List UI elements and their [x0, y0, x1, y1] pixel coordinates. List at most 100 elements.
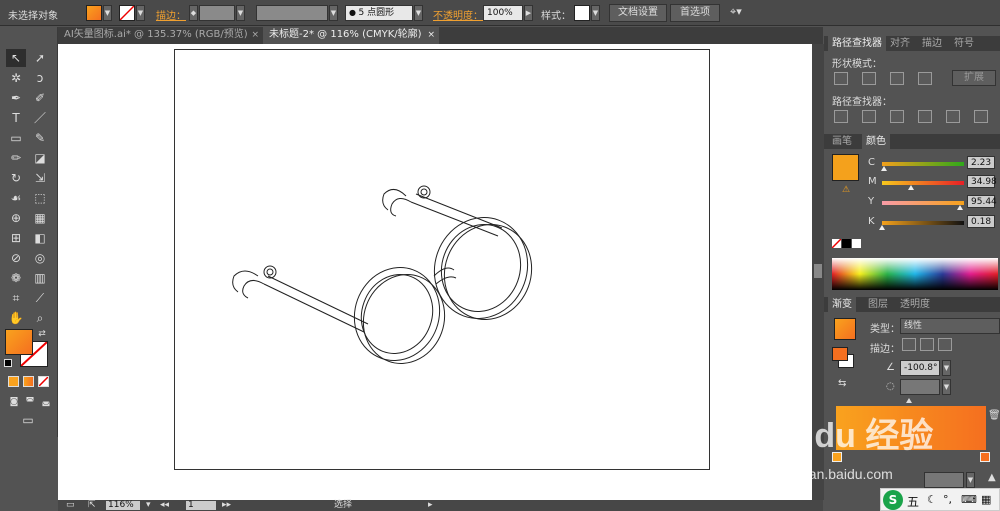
tab-pathfinder[interactable]: 路径查找器 [828, 36, 886, 51]
stroke-within-icon[interactable] [902, 338, 916, 351]
direct-selection-tool-icon[interactable]: ➚ [30, 49, 50, 67]
magic-wand-tool-icon[interactable]: ✲ [6, 69, 26, 87]
lasso-tool-icon[interactable]: ↄ [30, 69, 50, 87]
black-value[interactable]: 0.18 [967, 215, 995, 228]
gradient-angle-input[interactable]: -100.8° [900, 360, 940, 376]
minus-front-icon[interactable] [862, 72, 876, 85]
fill-color-box[interactable] [5, 329, 33, 355]
color-mode-icon[interactable] [8, 376, 19, 387]
blend-tool-icon[interactable]: ◎ [30, 249, 50, 267]
merge-icon[interactable] [890, 110, 904, 123]
moon-icon[interactable]: ☾ [927, 493, 937, 506]
eraser-tool-icon[interactable]: ◪ [30, 149, 50, 167]
cyan-slider-thumb[interactable] [880, 166, 887, 171]
zoom-dropdown-icon[interactable]: ▾ [146, 500, 151, 511]
tab-brushes[interactable]: 画笔 [828, 134, 856, 149]
stroke-label[interactable]: 描边： [156, 7, 186, 22]
swap-colors-icon[interactable]: ⇄ [36, 325, 48, 343]
divide-icon[interactable] [834, 110, 848, 123]
magenta-value[interactable]: 34.98 [967, 175, 997, 188]
page-field[interactable]: 1 [186, 501, 216, 510]
stroke-weight-dropdown[interactable]: ▼ [236, 5, 245, 21]
gradient-stop-right[interactable] [980, 452, 990, 462]
perspective-grid-tool-icon[interactable]: ▦ [30, 209, 50, 227]
tab-transparency[interactable]: 透明度 [896, 297, 934, 312]
keyboard-icon[interactable]: ⌨ [961, 493, 977, 506]
intersect-icon[interactable] [890, 72, 904, 85]
none-mode-icon[interactable] [38, 376, 49, 387]
selection-tool-icon[interactable]: ↖ [6, 49, 26, 67]
yellow-slider[interactable] [882, 201, 964, 205]
tab-align[interactable]: 对齐 [886, 36, 914, 51]
gradient-midpoint-marker[interactable] [906, 398, 912, 403]
variable-width-field[interactable] [256, 5, 328, 21]
default-colors-icon[interactable] [4, 359, 12, 367]
ime-menu-icon[interactable]: ▦ [981, 493, 991, 506]
out-of-gamut-warning-icon[interactable]: ⚠ [842, 185, 850, 195]
style-swatch[interactable] [574, 5, 590, 21]
pen-tool-icon[interactable]: ✒ [6, 89, 26, 107]
yellow-slider-thumb[interactable] [956, 205, 963, 210]
crop-icon[interactable] [918, 110, 932, 123]
preferences-button[interactable]: 首选项 [670, 4, 720, 22]
delete-stop-icon[interactable]: 🗑 [988, 410, 1000, 421]
artboard-nav-icon[interactable]: ▭ [66, 500, 75, 511]
artboard-tool-icon[interactable]: ⌗ [6, 289, 26, 307]
brush-dropdown[interactable]: ▼ [414, 5, 423, 21]
none-color-icon[interactable] [831, 238, 842, 249]
opacity-input[interactable]: 100% [483, 5, 523, 21]
stroke-weight-stepper[interactable]: ◆ [189, 5, 198, 21]
export-icon[interactable]: ⇱ [88, 500, 96, 511]
cyan-slider[interactable] [882, 162, 964, 166]
black-color-chip[interactable] [842, 239, 851, 248]
sogou-logo-icon[interactable]: S [883, 490, 903, 510]
variable-width-dropdown[interactable]: ▼ [329, 5, 338, 21]
gradient-opacity-input[interactable] [924, 472, 964, 488]
gradient-preview-swatch[interactable] [834, 318, 856, 340]
rotate-tool-icon[interactable]: ↻ [6, 169, 26, 187]
punctuation-icon[interactable]: °, [943, 493, 952, 506]
color-spectrum-picker[interactable] [832, 258, 998, 290]
canvas-area[interactable] [58, 44, 823, 500]
screen-mode-icon[interactable]: ▭ [18, 411, 38, 429]
hand-tool-icon[interactable]: ✋ [6, 309, 26, 327]
angle-dropdown[interactable]: ▼ [942, 360, 951, 376]
current-fill-color[interactable] [832, 154, 859, 181]
mesh-tool-icon[interactable]: ⊞ [6, 229, 26, 247]
opacity-label[interactable]: 不透明度： [433, 7, 483, 22]
curvature-tool-icon[interactable]: ✐ [30, 89, 50, 107]
free-transform-tool-icon[interactable]: ⬚ [30, 189, 50, 207]
aspect-ratio-input[interactable] [900, 379, 940, 395]
stroke-weight-field[interactable] [199, 5, 235, 21]
pencil-tool-icon[interactable]: ✏ [6, 149, 26, 167]
stroke-swatch[interactable] [119, 5, 135, 21]
brush-field[interactable]: ● 5 点圆形 [345, 5, 413, 21]
tab-stroke[interactable]: 描边 [918, 36, 946, 51]
stroke-dropdown[interactable]: ▼ [136, 5, 145, 21]
draw-inside-icon[interactable]: ◛ [36, 393, 56, 411]
opacity-dropdown[interactable]: ▶ [524, 5, 533, 21]
tab-symbols[interactable]: 符号 [950, 36, 978, 51]
status-menu-icon[interactable]: ▸ [428, 500, 433, 511]
ime-mode-label[interactable]: 五 [907, 493, 919, 510]
tab-color[interactable]: 颜色 [862, 134, 890, 149]
aspect-ratio-dropdown[interactable]: ▼ [942, 379, 951, 395]
unite-icon[interactable] [834, 72, 848, 85]
close-icon[interactable]: × [427, 27, 435, 43]
slice-tool-icon[interactable]: ⟋ [30, 289, 50, 307]
expand-button[interactable]: 扩展 [952, 70, 996, 86]
shape-builder-tool-icon[interactable]: ⊕ [6, 209, 26, 227]
warp-tool-icon[interactable]: ☙ [6, 189, 26, 207]
zoom-field[interactable]: 116% [106, 501, 140, 510]
rectangle-tool-icon[interactable]: ▭ [6, 129, 26, 147]
tab-ai-icon-doc[interactable]: AI矢量图标.ai* @ 135.37% (RGB/预览) × [58, 27, 263, 44]
glasses-outline-artwork[interactable] [58, 44, 812, 500]
magenta-slider[interactable] [882, 181, 964, 185]
black-slider[interactable] [882, 221, 964, 225]
gradient-opacity-dropdown[interactable]: ▼ [966, 472, 975, 488]
tab-gradient[interactable]: 渐变 [828, 297, 856, 312]
gradient-fill-chip[interactable] [832, 347, 848, 361]
eyedropper-tool-icon[interactable]: ⊘ [6, 249, 26, 267]
tab-layers[interactable]: 图层 [864, 297, 892, 312]
magenta-slider-thumb[interactable] [907, 185, 914, 190]
